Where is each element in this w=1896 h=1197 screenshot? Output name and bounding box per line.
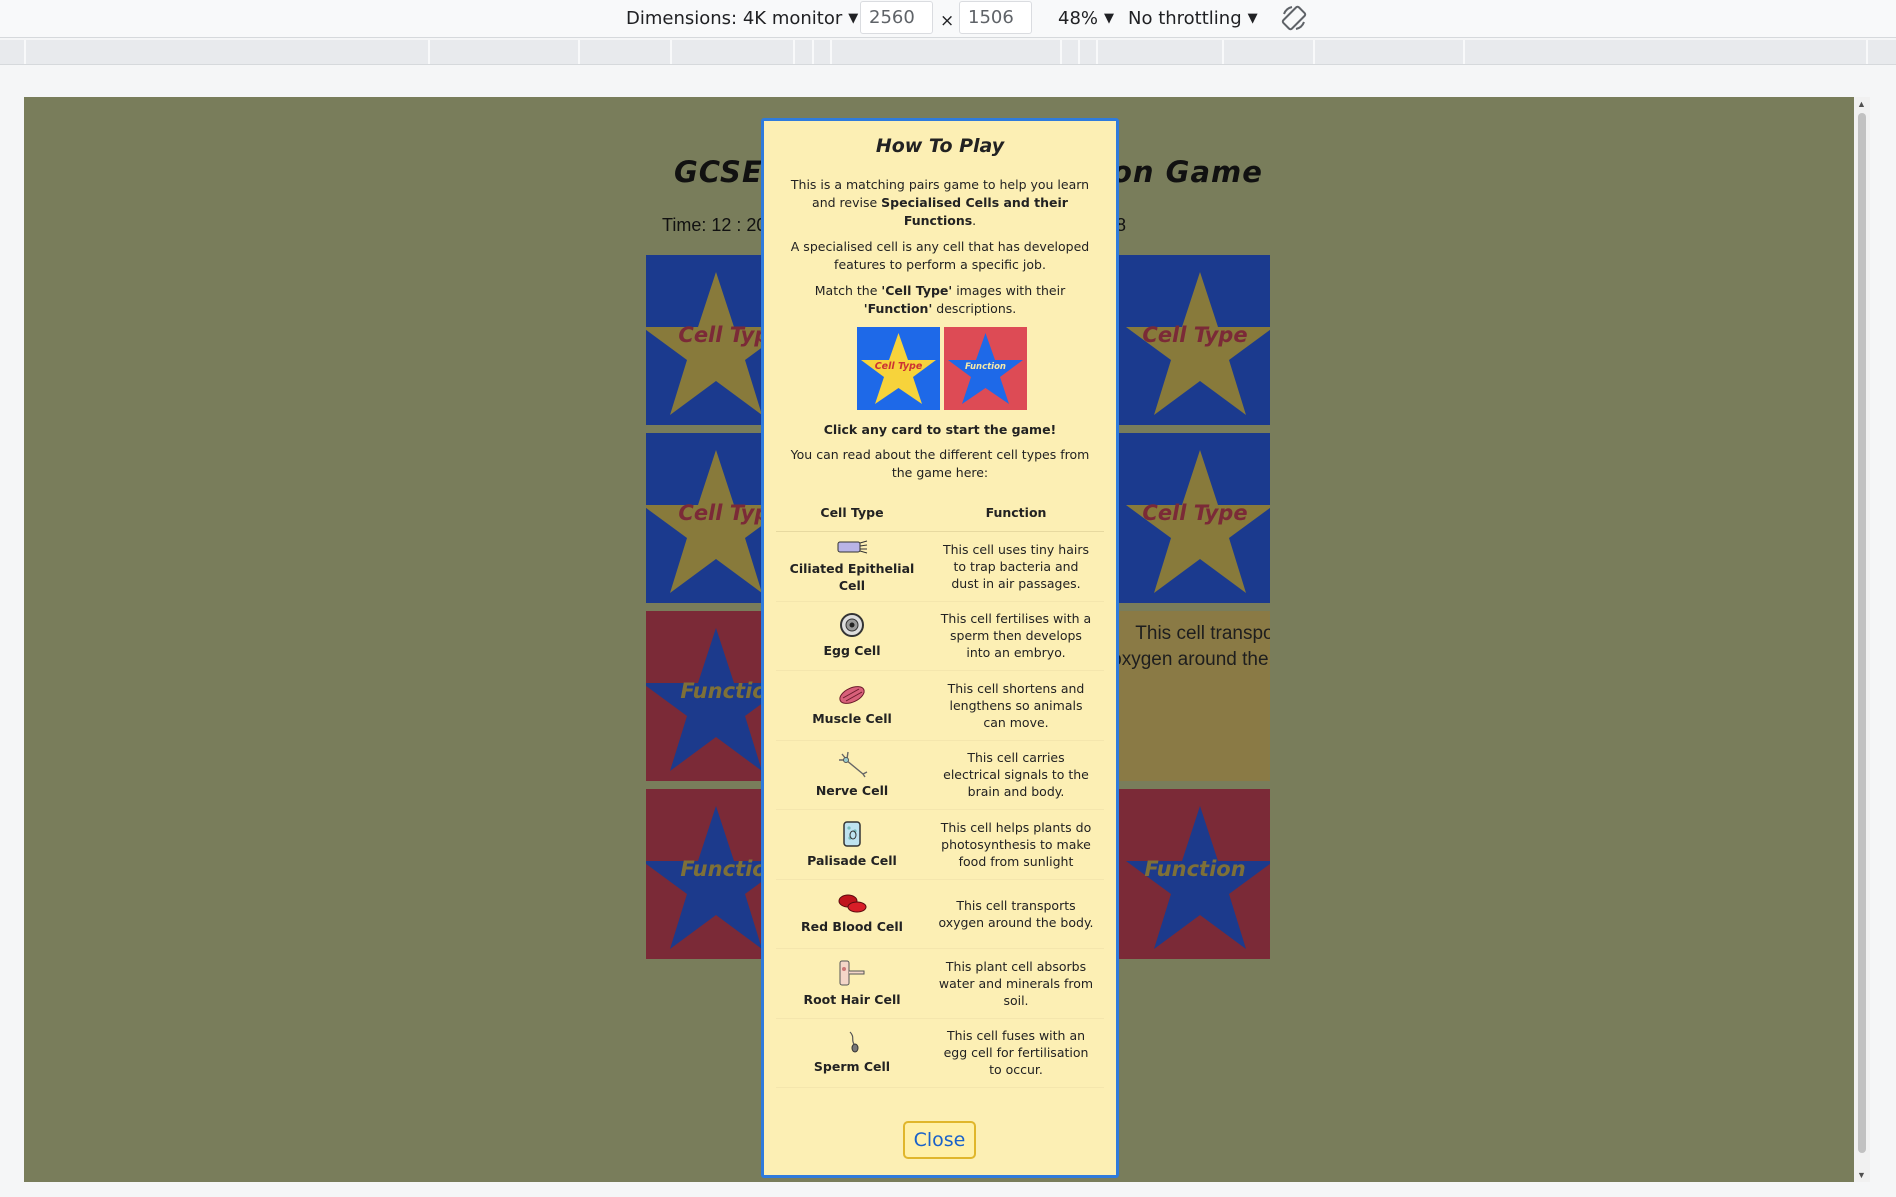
cell-name: Sperm Cell: [813, 1059, 891, 1075]
throttling-label: No throttling: [1128, 8, 1242, 29]
scrollbar-thumb[interactable]: [1858, 113, 1866, 1153]
timer: Time: 12 : 20: [662, 215, 767, 235]
cell-function: This cell transports oxygen around the b…: [928, 879, 1104, 949]
cell-function: This cell fertilises with a sperm then d…: [928, 601, 1104, 671]
table-row: Egg Cell This cell fertilises with a spe…: [776, 601, 1104, 671]
how-to-play-modal: How To Play This is a matching pairs gam…: [761, 118, 1119, 1178]
cell-name: Root Hair Cell: [803, 991, 901, 1007]
cell-function: This cell carries electrical signals to …: [928, 740, 1104, 810]
media-query-ruler[interactable]: [0, 40, 1896, 65]
device-toolbar: Dimensions: 4K monitor ▼ 2560 × 1506 48% ▼…: [0, 0, 1896, 38]
dimensions-label: Dimensions: 4K monitor: [626, 8, 843, 29]
column-header: Function: [928, 493, 1104, 532]
caret-down-icon: ▼: [848, 11, 859, 26]
column-header: Cell Type: [776, 493, 928, 532]
ciliated-cell-icon: [837, 540, 868, 554]
cell-function: This plant cell absorbs water and minera…: [928, 948, 1104, 1019]
definition-text: A specialised cell is any cell that has …: [790, 239, 1090, 272]
cell-name: Palisade Cell: [807, 852, 897, 868]
table-row: Nerve Cell This cell carries electrical …: [776, 740, 1104, 810]
rotate-icon[interactable]: [1280, 4, 1308, 31]
root-hair-cell-icon: [839, 960, 865, 986]
cell-function: This cell helps plants do photosynthesis…: [928, 809, 1104, 880]
card-celltype[interactable]: Cell Type: [1100, 433, 1270, 603]
cell-function: This cell uses tiny hairs to trap bacter…: [928, 531, 1104, 602]
dimensions-dropdown[interactable]: Dimensions: 4K monitor ▼: [626, 6, 858, 32]
scroll-down-icon[interactable]: ▼: [1857, 1170, 1866, 1180]
width-input[interactable]: 2560: [860, 1, 933, 34]
page-scrollbar[interactable]: ▲ ▼: [1854, 97, 1870, 1182]
nerve-cell-icon: [839, 752, 868, 778]
height-input[interactable]: 1506: [959, 1, 1032, 34]
caret-down-icon: ▼: [1247, 11, 1258, 26]
card-revealed-function[interactable]: This cell transports oxygen around the b…: [1100, 611, 1270, 781]
caret-down-icon: ▼: [1104, 11, 1115, 26]
cell-name: Nerve Cell: [815, 783, 889, 799]
cell-name: Muscle Cell: [812, 710, 892, 726]
card-function[interactable]: Function: [1100, 789, 1270, 959]
table-row: Root Hair Cell This plant cell absorbs w…: [776, 948, 1104, 1019]
table-row: Red Blood Cell This cell transports oxyg…: [776, 879, 1104, 949]
demo-card-celltype: Cell Type: [857, 327, 940, 410]
modal-title: How To Play: [875, 135, 1005, 157]
zoom-dropdown[interactable]: 48% ▼: [1058, 6, 1114, 32]
demo-cards: Cell Type Function: [857, 327, 1027, 411]
cell-function: This cell shortens and lengthens so anim…: [928, 670, 1104, 741]
card-celltype[interactable]: Cell Type: [1100, 255, 1270, 425]
start-hint: Click any card to start the game!: [823, 422, 1057, 437]
palisade-cell-icon: [843, 821, 861, 847]
table-row: Muscle Cell This cell shortens and lengt…: [776, 670, 1104, 741]
cell-name: Ciliated Epithelial Cell: [789, 561, 915, 594]
intro-text: This is a matching pairs game to help yo…: [790, 177, 1090, 228]
close-button[interactable]: Close: [903, 1121, 976, 1159]
sperm-cell-icon: [849, 1031, 859, 1053]
egg-cell-icon: [840, 613, 864, 638]
table-row: Ciliated Epithelial Cell This cell uses …: [776, 531, 1104, 602]
table-row: Sperm Cell This cell fuses with an egg c…: [776, 1018, 1104, 1088]
cell-function: This cell fuses with an egg cell for fer…: [928, 1018, 1104, 1088]
scroll-up-icon[interactable]: ▲: [1857, 99, 1866, 109]
throttling-dropdown[interactable]: No throttling ▼: [1128, 6, 1258, 32]
cell-name: Red Blood Cell: [801, 919, 903, 935]
read-more-text: You can read about the different cell ty…: [790, 447, 1090, 480]
table-row: Palisade Cell This cell helps plants do …: [776, 809, 1104, 880]
red-blood-cell-icon: [838, 894, 867, 913]
cell-types-table: Cell Type Function Ciliated Epithelial C…: [776, 493, 1104, 1088]
zoom-label: 48%: [1058, 8, 1099, 29]
muscle-cell-icon: [839, 685, 865, 704]
demo-card-function: Function: [944, 327, 1027, 410]
times-symbol: ×: [940, 11, 955, 31]
cell-name: Egg Cell: [823, 643, 881, 659]
match-instructions: Match the 'Cell Type' images with their …: [814, 283, 1066, 316]
